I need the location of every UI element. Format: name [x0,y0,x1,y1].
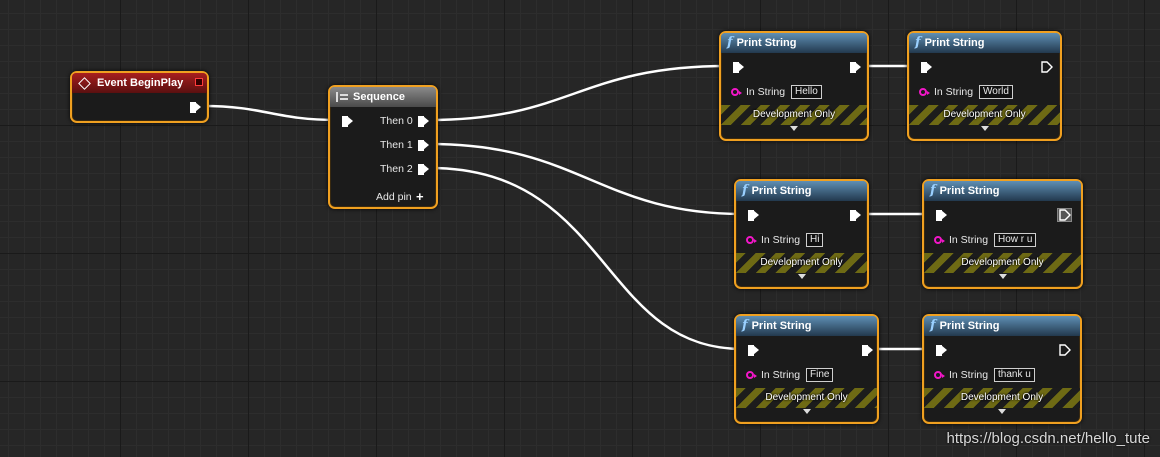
development-only-bar: Development Only [736,253,867,273]
function-icon: f [930,183,936,198]
event-beginplay-node[interactable]: Event BeginPlay [70,71,209,123]
print-string-node[interactable]: f Print String In String How r u Develop… [922,179,1083,289]
in-string-label: In String [761,369,801,381]
print-string-title: Print String [924,37,985,49]
development-only-bar: Development Only [721,105,867,125]
in-string-label: In String [949,234,989,246]
print-string-header[interactable]: f Print String [736,316,877,336]
in-string-input[interactable]: Hi [806,233,824,247]
then-2-exec-pin[interactable] [418,163,429,175]
sequence-node-header[interactable]: Sequence [330,87,436,107]
exec-input-pin[interactable] [748,344,759,356]
print-string-title: Print String [939,185,1000,197]
print-string-node[interactable]: f Print String In String thank u Develop… [922,314,1082,424]
exec-input-pin[interactable] [921,61,932,73]
development-only-label: Development Only [752,109,836,120]
sequence-node-title: Sequence [353,91,405,103]
in-string-input[interactable]: Hello [791,85,822,99]
wire-event-to-sequence[interactable] [202,104,338,122]
function-icon: f [930,318,936,333]
development-only-bar: Development Only [924,253,1081,273]
exec-output-pin[interactable] [862,344,873,356]
chevron-down-icon[interactable] [802,409,811,414]
delegate-pin-icon[interactable] [195,78,203,86]
event-node-header[interactable]: Event BeginPlay [72,73,207,93]
add-pin-label[interactable]: Add pin [376,191,412,203]
then-0-label: Then 0 [380,115,413,127]
function-icon: f [742,183,748,198]
print-string-header[interactable]: f Print String [924,181,1081,201]
development-only-bar: Development Only [736,388,877,408]
then-1-label: Then 1 [380,139,413,151]
print-string-header[interactable]: f Print String [924,316,1080,336]
exec-output-pin[interactable] [850,209,861,221]
watermark: https://blog.csdn.net/hello_tute [946,430,1150,447]
exec-output-pin[interactable] [850,61,861,73]
exec-input-pin[interactable] [733,61,744,73]
development-only-label: Development Only [765,392,848,403]
in-string-input[interactable]: thank u [994,368,1035,382]
print-string-header[interactable]: f Print String [909,33,1060,53]
in-string-input[interactable]: Fine [806,368,834,382]
then-2-label: Then 2 [380,163,413,175]
in-string-label: In String [934,86,974,98]
print-string-node[interactable]: f Print String In String Hello Developme… [719,31,869,141]
string-pin-icon[interactable] [746,236,757,244]
print-string-title: Print String [751,320,812,332]
wire-then1-to-print-hi[interactable] [429,142,743,216]
sequence-node[interactable]: Sequence Then 0 Then 1 Then 2 Add pin + [328,85,438,209]
development-only-bar: Development Only [909,105,1060,125]
development-only-label: Development Only [760,257,843,268]
development-only-label: Development Only [943,109,1026,120]
print-string-node[interactable]: f Print String In String Fine Developmen… [734,314,879,424]
exec-output-pin[interactable] [1057,208,1072,222]
function-icon: f [742,318,748,333]
print-string-header[interactable]: f Print String [721,33,867,53]
in-string-input[interactable]: How r u [994,233,1037,247]
in-string-label: In String [746,86,786,98]
development-only-label: Development Only [961,257,1044,268]
print-string-header[interactable]: f Print String [736,181,867,201]
print-string-node[interactable]: f Print String In String World Developme… [907,31,1062,141]
in-string-label: In String [761,234,801,246]
then-1-exec-pin[interactable] [418,139,429,151]
function-icon: f [915,35,921,50]
sequence-icon [336,92,349,102]
chevron-down-icon[interactable] [797,274,806,279]
print-string-title: Print String [939,320,1000,332]
exec-input-pin[interactable] [936,344,947,356]
exec-input-pin[interactable] [748,209,759,221]
wire-then0-to-print-hello[interactable] [429,64,728,122]
print-string-title: Print String [751,185,812,197]
string-pin-icon[interactable] [746,371,757,379]
string-pin-icon[interactable] [934,236,945,244]
string-pin-icon[interactable] [919,88,930,96]
print-string-node[interactable]: f Print String In String Hi Development … [734,179,869,289]
plus-icon[interactable]: + [416,190,424,203]
chevron-down-icon[interactable] [790,126,798,131]
exec-output-pin[interactable] [190,101,201,113]
in-string-input[interactable]: World [979,85,1013,99]
then-0-exec-pin[interactable] [418,115,429,127]
development-only-bar: Development Only [924,388,1080,408]
exec-input-pin[interactable] [342,115,353,127]
chevron-down-icon[interactable] [998,409,1006,414]
wire-then2-to-print-fine[interactable] [429,166,743,351]
function-icon: f [727,35,733,50]
chevron-down-icon[interactable] [998,274,1007,279]
string-pin-icon[interactable] [731,88,742,96]
event-diamond-icon [78,76,91,90]
exec-output-pin[interactable] [1041,61,1053,73]
chevron-down-icon[interactable] [980,126,989,131]
in-string-label: In String [949,369,989,381]
string-pin-icon[interactable] [934,371,945,379]
exec-input-pin[interactable] [936,209,947,221]
development-only-label: Development Only [960,392,1044,403]
event-node-title: Event BeginPlay [97,77,184,89]
exec-output-pin[interactable] [1059,344,1071,356]
print-string-title: Print String [736,37,797,49]
